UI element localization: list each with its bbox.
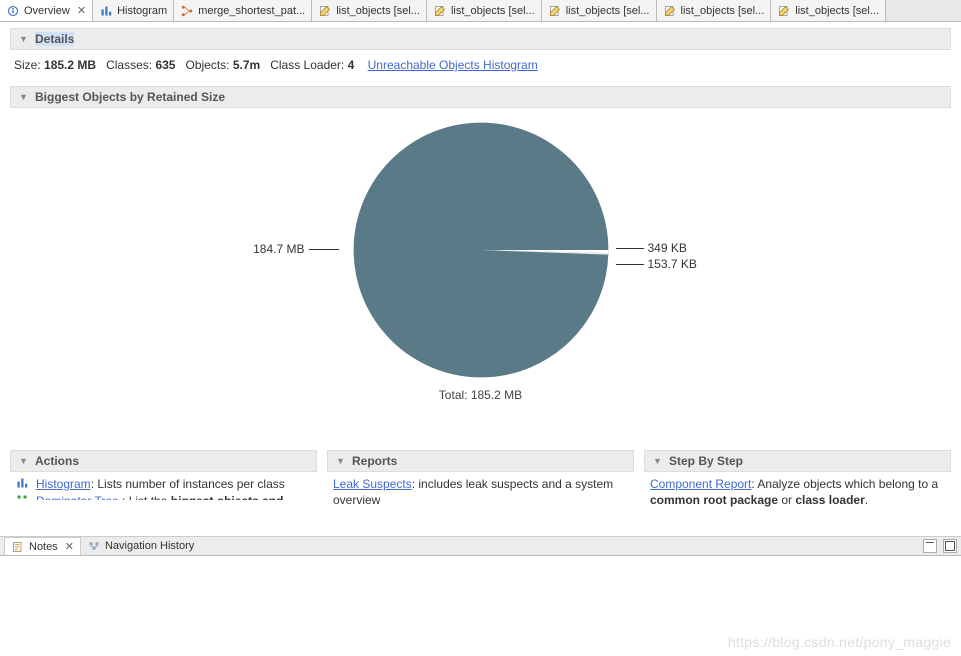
editor-tab-bar: Overview ✕ Histogram merge_shortest_pat.… [0,0,961,22]
chevron-down-icon: ▼ [19,34,29,44]
tab-list-objects-2[interactable]: list_objects [sel... [427,0,542,21]
section-title: Details [35,32,74,46]
classes-value: 635 [155,58,175,72]
close-icon[interactable]: ✕ [62,540,74,553]
main-content: ▼ Details Size: 185.2 MB Classes: 635 Ob… [0,22,961,536]
history-icon [87,539,101,553]
histogram-icon [16,477,30,493]
tab-label: list_objects [sel... [336,5,420,17]
objects-value: 5.7m [233,58,260,72]
section-details-header[interactable]: ▼ Details [10,28,951,50]
unreachable-objects-link[interactable]: Unreachable Objects Histogram [368,58,538,72]
chevron-down-icon: ▼ [653,456,663,466]
pie-slice-label: 153.7 KB [648,257,697,271]
tab-list-objects-1[interactable]: list_objects [sel... [312,0,427,21]
classloader-value: 4 [348,58,355,72]
bottom-tab-bar: Notes ✕ Navigation History [0,536,961,556]
bottom-panels: ▼ Actions Histogram: Lists number of ins… [10,450,951,512]
comp-bold-1: common root package [650,493,778,507]
step-component-report: Component Report: Analyze objects which … [650,476,945,508]
info-icon [6,4,20,18]
component-report-link[interactable]: Component Report [650,477,751,491]
tab-label: list_objects [sel... [566,5,650,17]
tree-icon [16,494,30,500]
pie-chart-area: 184.7 MB 349 KB 153.7 KB Total: 185.2 MB [10,114,951,444]
panel-actions: ▼ Actions Histogram: Lists number of ins… [10,450,317,512]
comp-bold-2: class loader [795,493,864,507]
dominator-desc-bold: biggest objects and [171,494,284,500]
panel-steps: ▼ Step By Step Component Report: Analyze… [644,450,951,512]
report-leak-suspects: Leak Suspects: includes leak suspects an… [333,476,628,508]
action-dominator-cut: Dominator Tree : List the biggest object… [16,493,311,500]
tab-label: Overview [24,5,70,17]
tree-icon [180,4,194,18]
histogram-desc: : Lists number of instances per class [91,477,285,491]
pie-label-right-1: 349 KB [616,241,687,255]
histogram-icon [99,4,113,18]
chevron-down-icon: ▼ [19,456,29,466]
chevron-down-icon: ▼ [19,92,29,102]
edit-icon [777,4,791,18]
pie-slice-label: 184.7 MB [253,242,304,256]
tab-label: merge_shortest_pat... [198,5,305,17]
edit-icon [433,4,447,18]
pie-label-right-2: 153.7 KB [616,257,697,271]
tab-notes[interactable]: Notes ✕ [4,537,81,555]
classloader-label: Class Loader: [270,58,344,72]
section-title: Actions [35,454,79,468]
section-actions-header[interactable]: ▼ Actions [10,450,317,472]
section-steps-header[interactable]: ▼ Step By Step [644,450,951,472]
pie-label-left: 184.7 MB [253,242,338,256]
section-title: Step By Step [669,454,743,468]
minimize-button[interactable] [923,539,937,553]
dominator-desc-mid: : List the [119,494,171,500]
panel-reports: ▼ Reports Leak Suspects: includes leak s… [327,450,634,512]
edit-icon [548,4,562,18]
action-histogram: Histogram: Lists number of instances per… [16,476,311,493]
tab-navigation-history[interactable]: Navigation History [81,537,200,555]
section-title: Reports [352,454,397,468]
details-summary: Size: 185.2 MB Classes: 635 Objects: 5.7… [10,50,951,86]
classes-label: Classes: [106,58,152,72]
tab-list-objects-5[interactable]: list_objects [sel... [771,0,886,21]
tab-label: Histogram [117,5,167,17]
tab-label: Notes [29,541,58,553]
pie-total-label: Total: 185.2 MB [439,388,522,402]
edit-icon [663,4,677,18]
edit-icon [318,4,332,18]
tab-label: list_objects [sel... [795,5,879,17]
section-title: Biggest Objects by Retained Size [35,90,225,104]
tab-list-objects-4[interactable]: list_objects [sel... [657,0,772,21]
size-value: 185.2 MB [44,58,96,72]
section-reports-header[interactable]: ▼ Reports [327,450,634,472]
comp-desc-3: . [865,493,868,507]
pie-slice-label: 349 KB [648,241,687,255]
maximize-button[interactable] [943,539,957,553]
histogram-link[interactable]: Histogram [36,477,91,491]
section-biggest-header[interactable]: ▼ Biggest Objects by Retained Size [10,86,951,108]
chevron-down-icon: ▼ [336,456,346,466]
leak-suspects-link[interactable]: Leak Suspects [333,477,412,491]
objects-label: Objects: [185,58,229,72]
tab-label: list_objects [sel... [451,5,535,17]
tab-merge-shortest[interactable]: merge_shortest_pat... [174,0,312,21]
size-label: Size: [14,58,41,72]
comp-desc-1: : Analyze objects which belong to a [751,477,938,491]
dominator-link[interactable]: Dominator Tree [36,494,119,500]
comp-desc-2: or [778,493,795,507]
pie-chart [351,120,611,380]
close-icon[interactable]: ✕ [74,4,86,17]
tab-overview[interactable]: Overview ✕ [0,0,93,21]
note-icon [11,540,25,554]
tab-histogram[interactable]: Histogram [93,0,174,21]
tab-label: Navigation History [105,540,194,552]
tab-label: list_objects [sel... [681,5,765,17]
tab-list-objects-3[interactable]: list_objects [sel... [542,0,657,21]
